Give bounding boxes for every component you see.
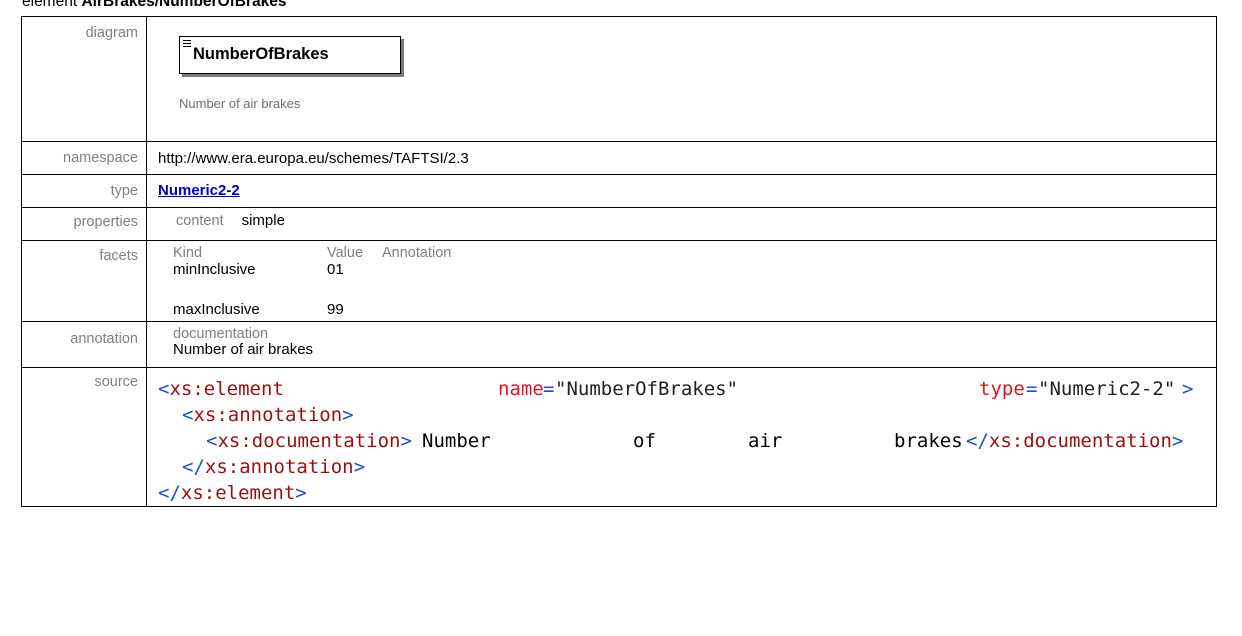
label-namespace: namespace bbox=[63, 150, 138, 166]
source-code: <xs:element name = "NumberOfBrakes" type… bbox=[147, 368, 1216, 506]
page-title: element AirBrakes/NumberOfBrakes bbox=[22, 0, 287, 11]
source-documentation-open: <xs:documentation> bbox=[206, 430, 412, 452]
element-list-icon bbox=[183, 40, 191, 49]
type-link[interactable]: Numeric2-2 bbox=[147, 175, 240, 199]
diagram-documentation: Number of air brakes bbox=[179, 96, 301, 111]
facet-kind: maxInclusive bbox=[173, 301, 260, 318]
label-source: source bbox=[94, 374, 138, 390]
label-properties: properties bbox=[73, 214, 138, 230]
source-annotation-close: </xs:annotation> bbox=[182, 456, 366, 478]
source-tag-close: > bbox=[1182, 378, 1194, 400]
source-line: <xs:annotation> bbox=[158, 402, 1216, 428]
source-annotation-open: <xs:annotation> bbox=[182, 404, 354, 426]
row-type: type Numeric2-2 bbox=[21, 174, 1217, 208]
source-attr-type: type bbox=[979, 378, 1025, 400]
facet-value: 99 bbox=[327, 301, 344, 318]
facet-header-kind: Kind bbox=[173, 245, 203, 261]
element-doc-table: diagram NumberOfBrakes Number of air bra… bbox=[21, 16, 1217, 507]
label-annotation: annotation bbox=[70, 331, 138, 347]
row-properties: properties content simple bbox=[21, 207, 1217, 241]
label-facets: facets bbox=[99, 248, 138, 264]
diagram-cell: NumberOfBrakes Number of air brakes bbox=[146, 16, 1217, 142]
source-doc-word: air bbox=[748, 430, 783, 452]
namespace-value: http://www.era.europa.eu/schemes/TAFTSI/… bbox=[158, 150, 469, 167]
source-line: <xs:element name = "NumberOfBrakes" type… bbox=[158, 378, 1194, 400]
title-element-name: AirBrakes/NumberOfBrakes bbox=[81, 0, 287, 10]
source-doc-word: of bbox=[633, 430, 656, 452]
annotation-key: documentation bbox=[173, 326, 269, 342]
source-line: </xs:element> bbox=[158, 480, 1216, 506]
facet-row: minInclusive 01 bbox=[173, 261, 1216, 281]
facet-header-annotation: Annotation bbox=[382, 245, 452, 261]
annotation-value: Number of air brakes bbox=[173, 341, 314, 358]
property-key: content bbox=[176, 213, 224, 229]
row-namespace: namespace http://www.era.europa.eu/schem… bbox=[21, 141, 1217, 175]
row-diagram: diagram NumberOfBrakes Number of air bra… bbox=[21, 16, 1217, 142]
facet-row: maxInclusive 99 bbox=[173, 301, 1216, 321]
label-cell: diagram bbox=[21, 16, 147, 142]
facets-table: Kind Value Annotation minInclusive 01 ma… bbox=[147, 241, 1216, 321]
row-annotation: annotation documentation Number of air b… bbox=[21, 321, 1217, 368]
source-attr-value: "NumberOfBrakes" bbox=[555, 378, 739, 400]
row-source: source <xs:element name = "NumberOfBrake… bbox=[21, 367, 1217, 507]
source-attr-type-value: "Numeric2-2" bbox=[1038, 378, 1176, 400]
property-value: simple bbox=[241, 212, 285, 229]
label-diagram: diagram bbox=[85, 25, 138, 41]
facet-kind: minInclusive bbox=[173, 261, 256, 278]
diagram-element-name: NumberOfBrakes bbox=[193, 45, 329, 63]
source-tag-open: <xs:element bbox=[158, 378, 284, 400]
source-doc-word: Number bbox=[422, 430, 491, 452]
facet-value: 01 bbox=[327, 261, 344, 278]
source-line: </xs:annotation> bbox=[158, 454, 1216, 480]
diagram-element-box[interactable]: NumberOfBrakes bbox=[179, 36, 401, 74]
facet-header-value: Value bbox=[327, 245, 364, 261]
title-prefix: element bbox=[22, 0, 78, 10]
source-line: <xs:documentation> Number of air brakes … bbox=[158, 428, 1216, 454]
label-type: type bbox=[110, 183, 138, 199]
source-attr-name: name bbox=[498, 378, 544, 400]
source-element-close: </xs:element> bbox=[158, 482, 307, 504]
source-documentation-close: </xs:documentation> bbox=[966, 430, 1184, 452]
row-facets: facets Kind Value Annotation minInclusiv… bbox=[21, 240, 1217, 322]
source-doc-word: brakes bbox=[894, 430, 963, 452]
